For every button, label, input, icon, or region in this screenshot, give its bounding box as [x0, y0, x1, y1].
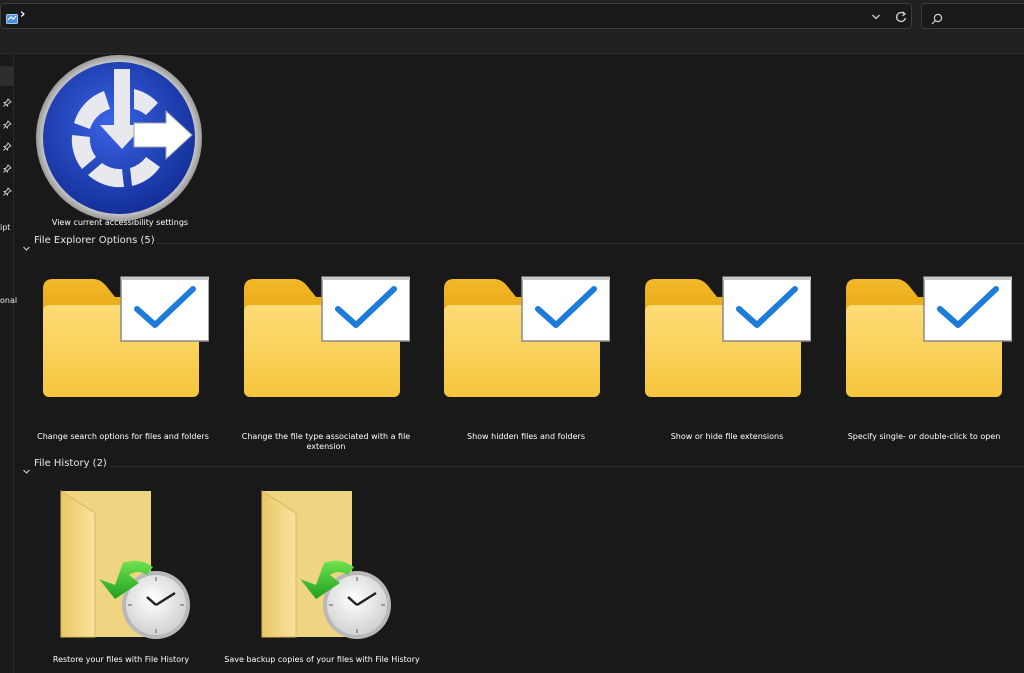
- chevron-down-icon[interactable]: [22, 461, 31, 480]
- file-history-icon: [55, 487, 197, 639]
- chevron-down-icon[interactable]: [22, 238, 31, 257]
- pin-icon[interactable]: [2, 158, 12, 174]
- control-panel-icon: [6, 10, 18, 29]
- accessibility-icon: [34, 53, 204, 223]
- refresh-icon[interactable]: [894, 9, 908, 28]
- folder-options-icon: [41, 275, 209, 399]
- pin-icon[interactable]: [2, 181, 12, 197]
- nav-item-selected[interactable]: [0, 66, 14, 86]
- chevron-down-icon[interactable]: [871, 9, 881, 28]
- tile-label: Change search options for files and fold…: [37, 432, 209, 441]
- tile-restore-files[interactable]: Restore your files with File History: [39, 487, 225, 667]
- address-toolbar: ›: [0, 0, 1024, 32]
- folder-options-icon: [242, 275, 410, 399]
- tile-change-file-type[interactable]: Change the file type associated with a f…: [240, 275, 426, 455]
- tile-single-double-click[interactable]: Specify single- or double-click to open: [842, 275, 1024, 455]
- tile-label: View current accessibility settings: [51, 218, 189, 227]
- tile-label: Change the file type associated with a f…: [241, 432, 411, 451]
- tile-label: Restore your files with File History: [52, 655, 190, 664]
- tile-label: Show hidden files and folders: [467, 432, 585, 441]
- address-bar[interactable]: ›: [0, 3, 912, 29]
- group-header-file-history[interactable]: File History (2): [20, 458, 1024, 474]
- nav-item-label[interactable]: ipt: [0, 223, 10, 232]
- tile-view-accessibility-settings[interactable]: View current accessibility settings: [29, 55, 191, 231]
- group-header-file-explorer-options[interactable]: File Explorer Options (5): [20, 235, 1024, 251]
- tile-change-search-options[interactable]: Change search options for files and fold…: [37, 275, 225, 455]
- command-bar: [0, 32, 1024, 54]
- tile-save-backup-copies[interactable]: Save backup copies of your files with Fi…: [224, 487, 426, 667]
- navigation-pane: ipt onal: [0, 55, 17, 673]
- search-box[interactable]: [921, 3, 1024, 29]
- tile-label: Show or hide file extensions: [670, 432, 784, 441]
- pin-icon[interactable]: [2, 114, 12, 130]
- group-divider: [156, 243, 1024, 244]
- group-title: File Explorer Options (5): [34, 235, 155, 246]
- file-history-icon: [256, 487, 398, 639]
- tile-label: Specify single- or double-click to open: [847, 432, 1001, 441]
- pin-icon[interactable]: [2, 92, 12, 108]
- search-icon: [931, 10, 943, 29]
- group-divider: [110, 466, 1024, 467]
- tile-show-hidden-files[interactable]: Show hidden files and folders: [440, 275, 626, 455]
- results-view: View current accessibility settings File…: [15, 55, 1024, 673]
- breadcrumb-chevron[interactable]: ›: [20, 7, 25, 22]
- tile-show-hide-extensions[interactable]: Show or hide file extensions: [641, 275, 827, 455]
- folder-options-icon: [442, 275, 610, 399]
- group-title: File History (2): [34, 458, 107, 469]
- tile-label: Save backup copies of your files with Fi…: [224, 655, 420, 664]
- pin-icon[interactable]: [2, 136, 12, 152]
- folder-options-icon: [844, 275, 1012, 399]
- folder-options-icon: [643, 275, 811, 399]
